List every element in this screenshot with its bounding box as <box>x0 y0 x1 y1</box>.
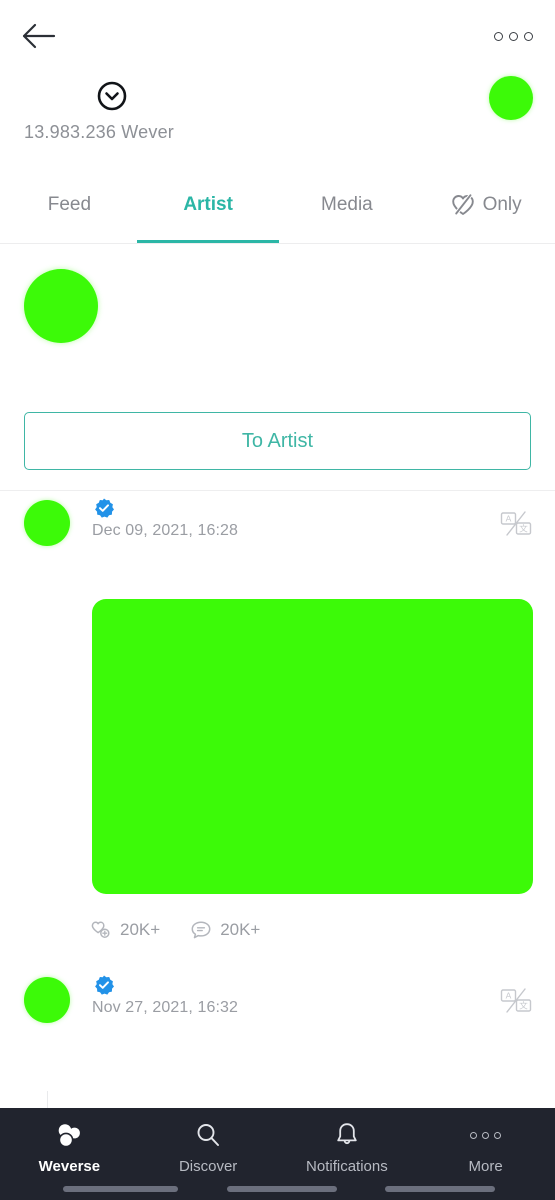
tab-bar: Feed Artist Media Only <box>0 166 555 244</box>
community-switcher-button[interactable] <box>96 80 128 112</box>
nav-more-dot-3 <box>494 1131 502 1139</box>
weverse-app-screen: 13.983.236 Wever Feed Artist Media Only … <box>0 0 555 1200</box>
more-dot-1 <box>494 31 503 41</box>
translate-icon: A 文 <box>500 511 532 536</box>
post-meta: Dec 09, 2021, 16:28 <box>92 497 238 540</box>
comment-bubble-icon <box>191 921 211 939</box>
tab-media-label: Media <box>321 193 373 215</box>
bell-icon <box>333 1120 361 1150</box>
tab-feed-label: Feed <box>47 193 92 215</box>
post-header: Dec 09, 2021, 16:28 A 文 <box>24 491 533 559</box>
tab-artist[interactable]: Artist <box>139 166 278 243</box>
post-reaction-stat[interactable]: 20K+ <box>90 920 160 940</box>
more-options-button[interactable] <box>494 31 533 41</box>
weverse-only-heart-icon <box>451 193 474 215</box>
post-image[interactable] <box>92 599 533 894</box>
to-artist-label: To Artist <box>241 429 314 452</box>
more-dot-2 <box>509 31 518 41</box>
tab-feed[interactable]: Feed <box>0 166 139 243</box>
nav-more-dot-1 <box>470 1131 478 1139</box>
nav-label-weverse: Weverse <box>38 1158 101 1175</box>
weverse-logo-icon <box>54 1120 84 1150</box>
post-author-avatar[interactable] <box>24 500 70 546</box>
svg-text:A: A <box>506 514 512 524</box>
search-icon <box>194 1120 222 1150</box>
post-header: Nov 27, 2021, 16:32 A 文 <box>24 968 533 1036</box>
tab-artist-label: Artist <box>183 193 233 215</box>
post-meta: Nov 27, 2021, 16:32 <box>92 974 238 1017</box>
nav-label-more: More <box>468 1158 503 1175</box>
to-artist-button[interactable]: To Artist <box>24 412 531 470</box>
translate-icon: A 文 <box>500 988 532 1013</box>
svg-text:A: A <box>506 991 512 1001</box>
nav-more-dot-2 <box>482 1131 490 1139</box>
more-dot-3 <box>524 31 533 41</box>
user-avatar[interactable] <box>489 76 533 120</box>
chevron-down-circle-icon <box>97 81 127 111</box>
tab-only[interactable]: Only <box>416 166 555 243</box>
top-bar <box>0 0 555 72</box>
post-date: Nov 27, 2021, 16:32 <box>92 999 239 1016</box>
follower-count: 13.983.236 Wever <box>24 122 174 142</box>
post-comment-stat[interactable]: 20K+ <box>190 920 260 940</box>
svg-text:文: 文 <box>519 524 528 534</box>
verified-badge-icon <box>95 498 114 518</box>
system-bar-1 <box>63 1186 178 1192</box>
artist-feed: Dec 09, 2021, 16:28 A 文 20K+ 20K+ Nov 27… <box>0 491 555 1200</box>
system-bar-3 <box>385 1186 495 1192</box>
arrow-left-icon <box>22 23 56 49</box>
post-author-avatar[interactable] <box>24 977 70 1023</box>
post-reaction-count: 20K+ <box>120 920 161 939</box>
nav-label-notifications: Notifications <box>306 1158 388 1175</box>
verified-badge-icon <box>95 975 114 995</box>
feed-post: Dec 09, 2021, 16:28 A 文 20K+ 20K+ <box>0 491 555 944</box>
artist-profile-block: To Artist <box>0 244 555 491</box>
bottom-navigation-bar: Weverse Discover Notifications More <box>0 1108 555 1200</box>
reaction-like-icon <box>91 921 110 938</box>
svg-text:文: 文 <box>519 1001 528 1011</box>
system-navigation-bars <box>0 1186 555 1194</box>
post-stats: 20K+ 20K+ <box>90 916 533 944</box>
more-horizontal-icon <box>470 1120 502 1150</box>
post-date: Dec 09, 2021, 16:28 <box>92 522 239 539</box>
translate-button[interactable]: A 文 <box>499 509 533 544</box>
tab-media[interactable]: Media <box>278 166 417 243</box>
post-comment-count: 20K+ <box>220 920 261 939</box>
translate-button[interactable]: A 文 <box>499 986 533 1021</box>
artist-avatar[interactable] <box>24 269 98 343</box>
nav-label-discover: Discover <box>178 1158 238 1175</box>
back-button[interactable] <box>18 15 60 57</box>
tab-only-label: Only <box>482 193 522 215</box>
feed-post: Nov 27, 2021, 16:32 A 文 <box>0 968 555 1036</box>
system-bar-2 <box>227 1186 337 1192</box>
community-header: 13.983.236 Wever <box>0 72 555 166</box>
